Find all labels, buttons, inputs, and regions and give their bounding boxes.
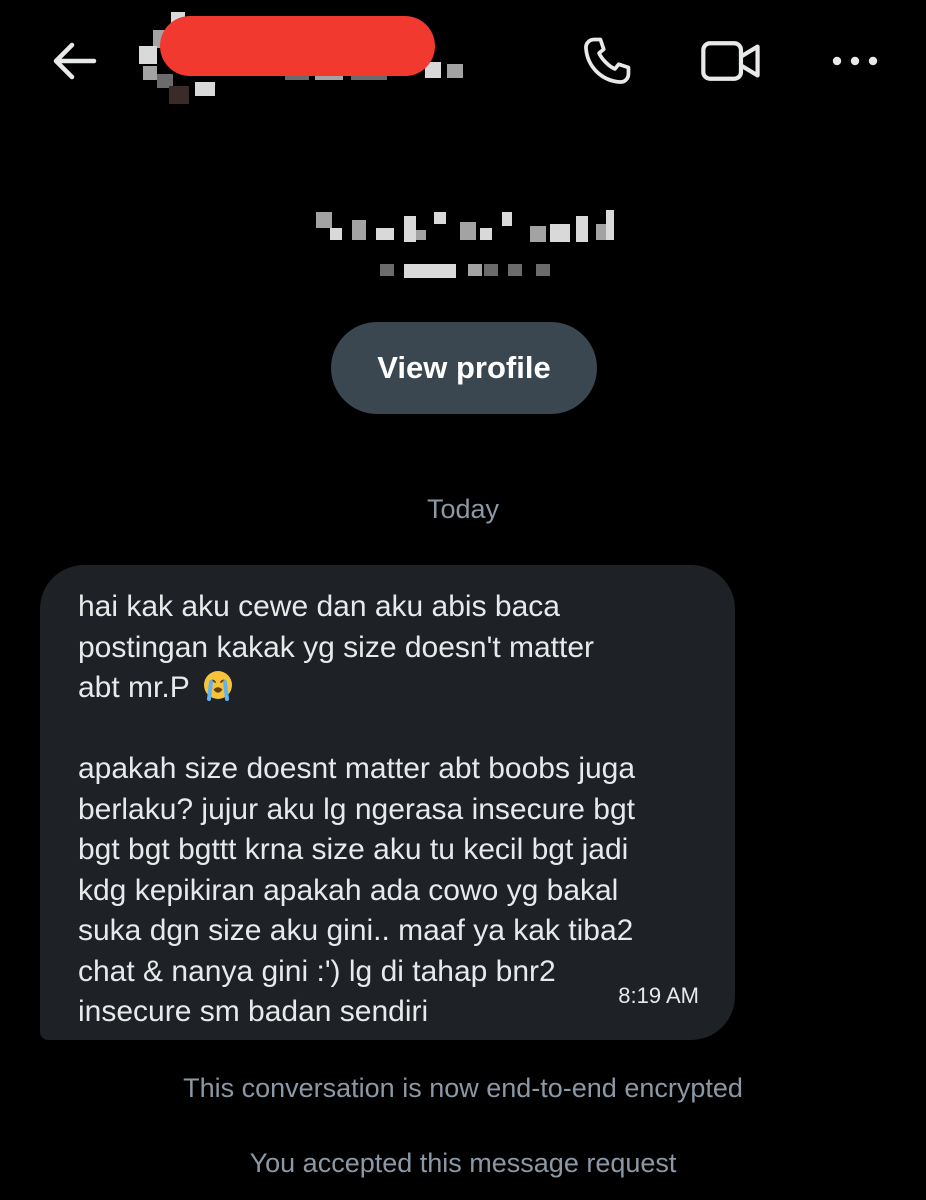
video-camera-icon (701, 41, 760, 81)
back-button[interactable] (44, 36, 104, 86)
view-profile-button[interactable]: View profile (331, 322, 597, 414)
message-text: hai kak aku cewe dan aku abis baca posti… (78, 587, 718, 1033)
message-timestamp: 8:19 AM (618, 983, 699, 1008)
message-request-accepted-notice: You accepted this message request (249, 1148, 677, 1178)
message-text-part1: hai kak aku cewe dan aku abis baca posti… (78, 590, 595, 704)
message-text-part2: apakah size doesnt matter abt boobs juga… (78, 752, 636, 1028)
date-separator: Today (426, 494, 500, 524)
encryption-notice: This conversation is now end-to-end encr… (183, 1073, 743, 1103)
profile-info-redacted (300, 200, 630, 290)
video-call-button[interactable] (696, 30, 766, 92)
more-horizontal-icon (832, 56, 878, 66)
phone-icon (584, 37, 631, 84)
call-button[interactable] (572, 30, 642, 92)
more-options-button[interactable] (820, 30, 890, 92)
message-bubble-incoming[interactable]: hai kak aku cewe dan aku abis baca posti… (40, 565, 735, 1040)
redaction-bar (160, 16, 435, 76)
arrow-left-icon (53, 42, 97, 80)
contact-name (135, 10, 136, 11)
contact-name-redacted[interactable] (135, 10, 475, 105)
chat-header (0, 0, 926, 130)
loudly-crying-face-icon (203, 671, 232, 701)
